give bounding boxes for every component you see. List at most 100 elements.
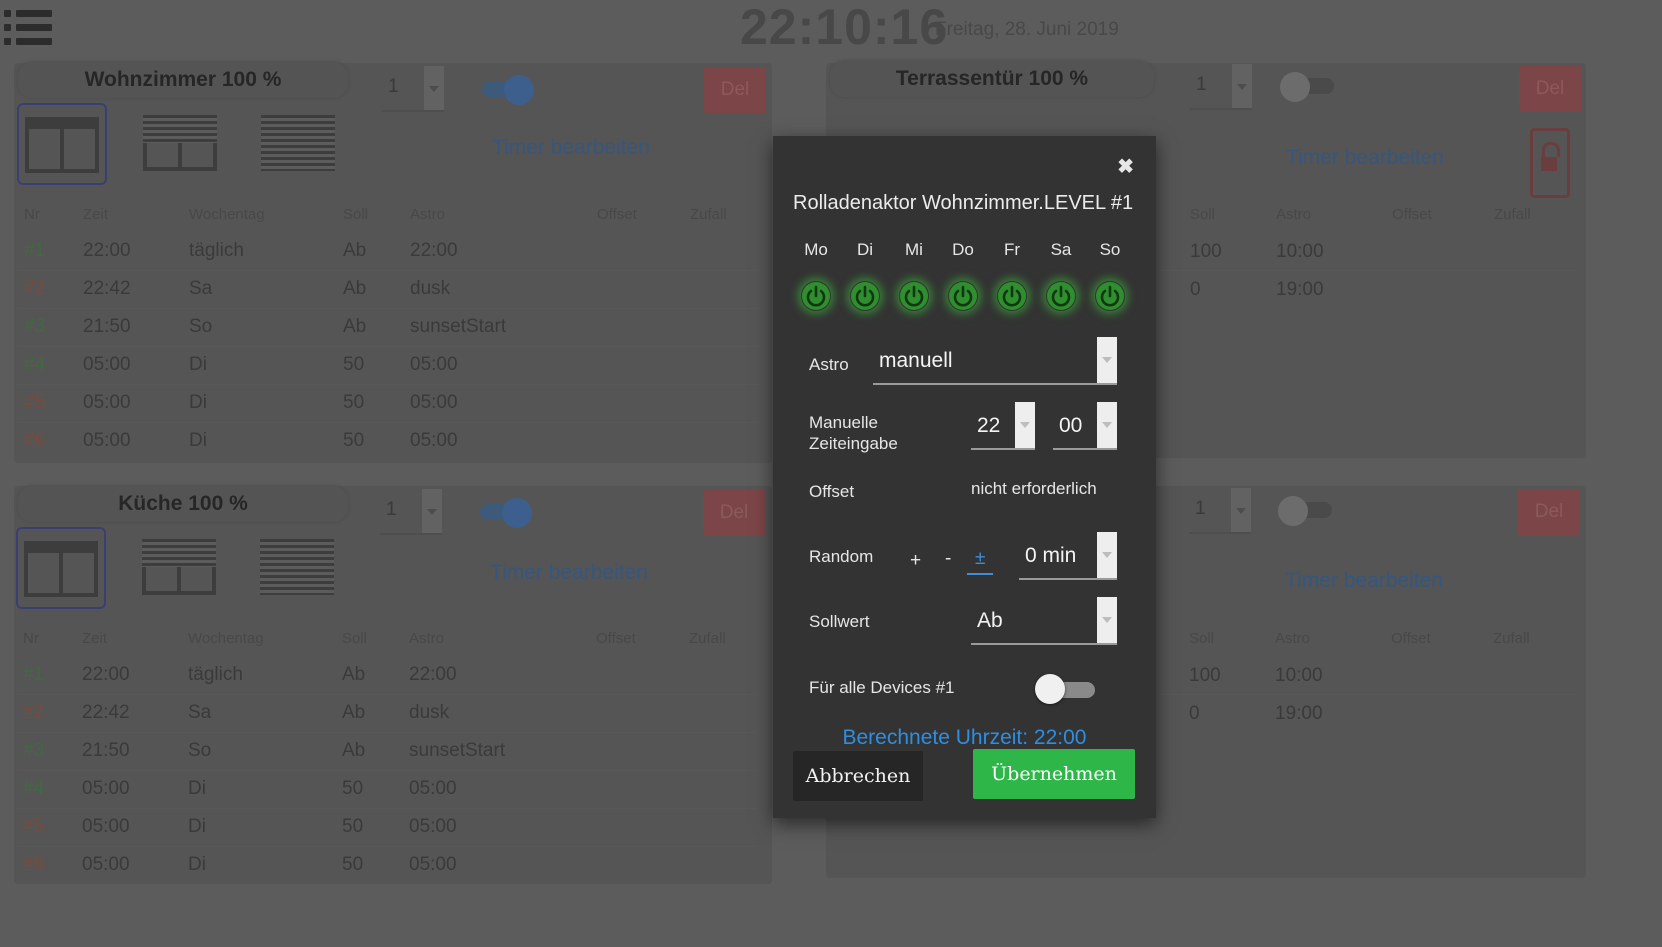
- delete-button[interactable]: Del: [703, 490, 765, 536]
- col-offset: Offset: [1391, 630, 1431, 647]
- shutter-half-icon[interactable]: [137, 103, 223, 181]
- row-divider: [17, 694, 757, 695]
- random-minus-button[interactable]: -: [945, 548, 951, 570]
- edit-timer-link[interactable]: Timer bearbeiten: [492, 136, 650, 160]
- row-divider: [18, 384, 758, 385]
- shutter-open-icon[interactable]: [17, 103, 107, 185]
- day-label: Mi: [905, 240, 923, 259]
- day-label: So: [1099, 240, 1121, 259]
- cell-soll: 50: [343, 354, 365, 375]
- cell-astro: 10:00: [1276, 241, 1324, 262]
- power-icon[interactable]: [1095, 281, 1125, 311]
- panel-toggle[interactable]: [478, 75, 536, 105]
- offset-label: Offset: [809, 482, 855, 501]
- cell-wochentag: So: [189, 316, 213, 337]
- power-icon[interactable]: [899, 281, 929, 311]
- edit-timer-link[interactable]: Timer bearbeiten: [1285, 569, 1443, 593]
- cell-nr: #3: [23, 740, 45, 761]
- date: Freitag, 28. Juni 2019: [935, 19, 1119, 40]
- cell-wochentag: Di: [189, 354, 207, 375]
- col-astro: Astro: [1275, 630, 1311, 647]
- cell-wochentag: Di: [188, 854, 206, 875]
- astro-select[interactable]: manuell: [873, 337, 1117, 385]
- menu-icon[interactable]: [4, 8, 52, 48]
- cell-astro: 22:00: [410, 240, 458, 261]
- cell-soll: 100: [1189, 665, 1221, 686]
- delete-button[interactable]: Del: [704, 67, 766, 113]
- all-devices-label: Für alle Devices #1: [809, 678, 955, 697]
- minute-select[interactable]: 00: [1053, 402, 1117, 450]
- cell-astro: sunsetStart: [409, 740, 506, 761]
- cell-soll: 50: [342, 854, 364, 875]
- dialog-title: Rolladenaktor Wohnzimmer.LEVEL #1: [793, 192, 1134, 214]
- device-select[interactable]: 1: [380, 489, 442, 535]
- col-soll: Soll: [1190, 206, 1216, 223]
- cell-soll: 50: [342, 816, 364, 837]
- cell-astro: 05:00: [409, 816, 457, 837]
- shutter-open-icon[interactable]: [16, 527, 106, 609]
- delete-button[interactable]: Del: [1518, 489, 1580, 535]
- cell-zeit: 05:00: [82, 854, 130, 875]
- cell-astro: 19:00: [1275, 703, 1323, 724]
- cell-soll: Ab: [343, 278, 367, 299]
- all-devices-toggle[interactable]: [1035, 674, 1097, 704]
- shutter-closed-icon[interactable]: [255, 103, 341, 181]
- cell-soll: Ab: [342, 664, 366, 685]
- close-icon[interactable]: ✖: [1117, 154, 1134, 179]
- edit-timer-link[interactable]: Timer bearbeiten: [490, 561, 648, 585]
- random-plusminus-button[interactable]: ±: [967, 548, 994, 575]
- device-select[interactable]: 1: [382, 66, 444, 112]
- manual-time-label: Manuelle Zeiteingabe: [809, 413, 898, 453]
- day-label: Mo: [804, 240, 828, 259]
- random-label: Random: [809, 547, 874, 566]
- cell-soll: 100: [1190, 241, 1222, 262]
- cell-astro: dusk: [410, 278, 451, 299]
- panel-toggle[interactable]: [1280, 72, 1338, 102]
- panel-toggle[interactable]: [476, 498, 534, 528]
- col-wochentag: Wochentag: [188, 630, 264, 647]
- random-select[interactable]: 0 min: [1019, 532, 1117, 580]
- col-astro: Astro: [409, 630, 445, 647]
- cell-soll: 50: [342, 778, 364, 799]
- shutter-closed-icon[interactable]: [254, 527, 340, 605]
- panel-title: Küche 100 %: [18, 486, 348, 522]
- col-soll: Soll: [343, 206, 369, 223]
- row-divider: [17, 770, 757, 771]
- cell-soll: 50: [343, 430, 365, 451]
- row-divider: [18, 422, 758, 423]
- cell-soll: Ab: [343, 240, 367, 261]
- panel-toggle[interactable]: [1278, 496, 1336, 526]
- shutter-half-icon[interactable]: [136, 527, 222, 605]
- col-zufall: Zufall: [689, 630, 726, 647]
- power-icon[interactable]: [948, 281, 978, 311]
- cell-nr: #4: [23, 778, 45, 799]
- cell-astro: 05:00: [410, 354, 458, 375]
- day-label: Fr: [1003, 240, 1021, 259]
- random-plus-button[interactable]: +: [910, 550, 921, 572]
- power-icon[interactable]: [997, 281, 1027, 311]
- cell-astro: sunsetStart: [410, 316, 507, 337]
- offset-value: nicht erforderlich: [971, 479, 1097, 498]
- cell-nr: #5: [24, 392, 46, 413]
- astro-label: Astro: [809, 355, 849, 374]
- device-select[interactable]: 1: [1190, 64, 1252, 110]
- hour-select[interactable]: 22: [971, 402, 1035, 450]
- power-icon[interactable]: [1046, 281, 1076, 311]
- device-select[interactable]: 1: [1189, 488, 1251, 534]
- chevron-down-icon: [1097, 402, 1117, 448]
- cancel-button[interactable]: Abbrechen: [793, 751, 923, 801]
- power-icon[interactable]: [801, 281, 831, 311]
- cell-wochentag: Di: [188, 778, 206, 799]
- col-offset: Offset: [1392, 206, 1432, 223]
- sollwert-select[interactable]: Ab: [971, 597, 1117, 645]
- edit-timer-link[interactable]: Timer bearbeiten: [1286, 146, 1444, 170]
- col-zufall: Zufall: [1493, 630, 1530, 647]
- col-soll: Soll: [342, 630, 368, 647]
- col-zufall: Zufall: [690, 206, 727, 223]
- cell-zeit: 22:00: [82, 664, 130, 685]
- apply-button[interactable]: Übernehmen: [973, 749, 1135, 799]
- power-icon[interactable]: [850, 281, 880, 311]
- cell-zeit: 22:42: [83, 278, 131, 299]
- cell-nr: #5: [23, 816, 45, 837]
- delete-button[interactable]: Del: [1519, 66, 1581, 112]
